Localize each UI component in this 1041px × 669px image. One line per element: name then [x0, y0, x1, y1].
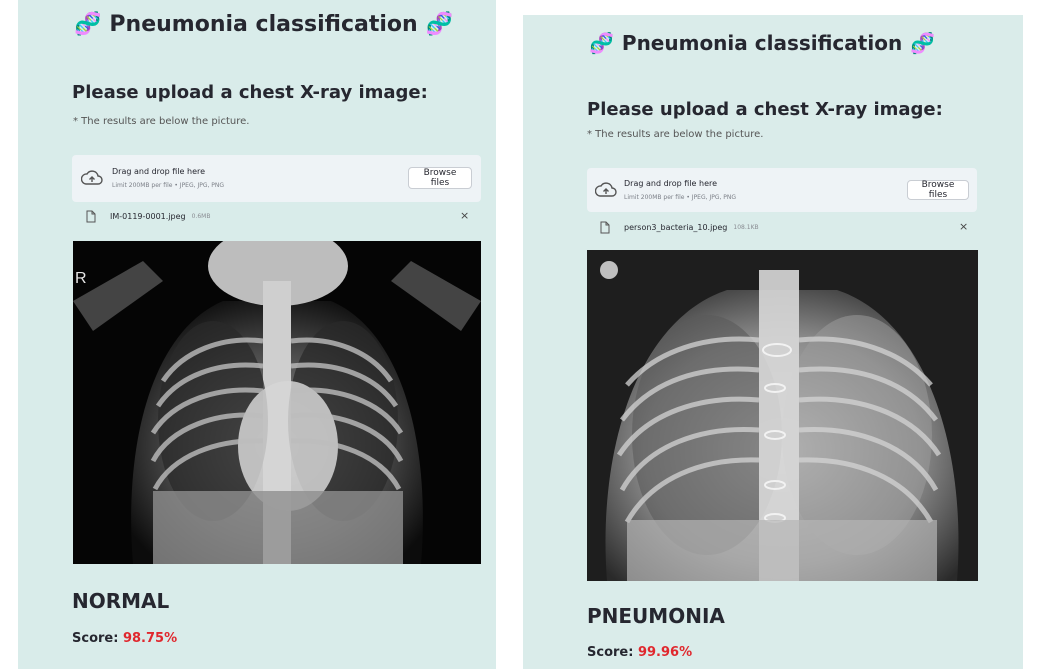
xray-side-marker: R [75, 270, 87, 287]
prediction-score: Score: 98.75% [72, 631, 177, 646]
file-icon [86, 210, 96, 223]
prediction-result: NORMAL [72, 589, 170, 613]
browse-files-button[interactable]: Browse files [408, 167, 472, 189]
file-icon [600, 221, 610, 234]
upload-heading: Please upload a chest X-ray image: [587, 99, 943, 120]
dropzone-main-text: Drag and drop file here [112, 167, 206, 176]
uploaded-file-row: IM-0119-0001.jpeg 0.6MB [86, 210, 210, 223]
uploaded-file-row: person3_bacteria_10.jpeg 108.1KB [600, 221, 759, 234]
score-value: 99.96% [637, 645, 693, 660]
dropzone-limit-text: Limit 200MB per file • JPEG, JPG, PNG [112, 182, 225, 189]
score-label: Score: [587, 645, 634, 660]
page-title-text: Pneumonia classification [621, 31, 903, 55]
prediction-result: PNEUMONIA [587, 604, 725, 628]
dna-icon: 🧬 [74, 12, 102, 37]
score-value: 98.75% [122, 631, 178, 646]
score-label: Score: [72, 631, 119, 646]
results-note: * The results are below the picture. [587, 129, 764, 140]
cloud-upload-icon [81, 170, 103, 185]
xray-image-pneumonia [587, 250, 978, 581]
file-dropzone[interactable]: Drag and drop file here Limit 200MB per … [587, 168, 977, 212]
close-icon[interactable]: × [959, 220, 968, 233]
xray-image-normal: R [73, 241, 481, 564]
dna-icon: 🧬 [589, 31, 614, 55]
file-name: person3_bacteria_10.jpeg [624, 223, 728, 232]
file-size: 0.6MB [191, 213, 211, 220]
browse-files-button[interactable]: Browse files [907, 180, 969, 200]
file-name: IM-0119-0001.jpeg [110, 212, 186, 221]
dna-icon: 🧬 [910, 31, 936, 55]
chest-xray-graphic [587, 250, 978, 581]
app-panel-right: 🧬 Pneumonia classification 🧬 Please uplo… [523, 15, 1023, 669]
page-title-text: Pneumonia classification [109, 12, 418, 37]
upload-heading: Please upload a chest X-ray image: [72, 82, 428, 103]
prediction-score: Score: 99.96% [587, 645, 692, 660]
chest-xray-graphic: R [73, 241, 481, 564]
file-size: 108.1KB [733, 224, 759, 231]
dropzone-main-text: Drag and drop file here [624, 179, 718, 188]
page-title: 🧬 Pneumonia classification 🧬 [589, 31, 935, 55]
file-dropzone[interactable]: Drag and drop file here Limit 200MB per … [72, 155, 481, 202]
results-note: * The results are below the picture. [73, 116, 250, 127]
dna-icon: 🧬 [425, 12, 454, 37]
cloud-upload-icon [595, 182, 617, 197]
dropzone-limit-text: Limit 200MB per file • JPEG, JPG, PNG [624, 194, 737, 201]
close-icon[interactable]: × [460, 209, 469, 222]
app-panel-left: 🧬 Pneumonia classification 🧬 Please uplo… [18, 0, 496, 669]
page-title: 🧬 Pneumonia classification 🧬 [74, 12, 453, 37]
